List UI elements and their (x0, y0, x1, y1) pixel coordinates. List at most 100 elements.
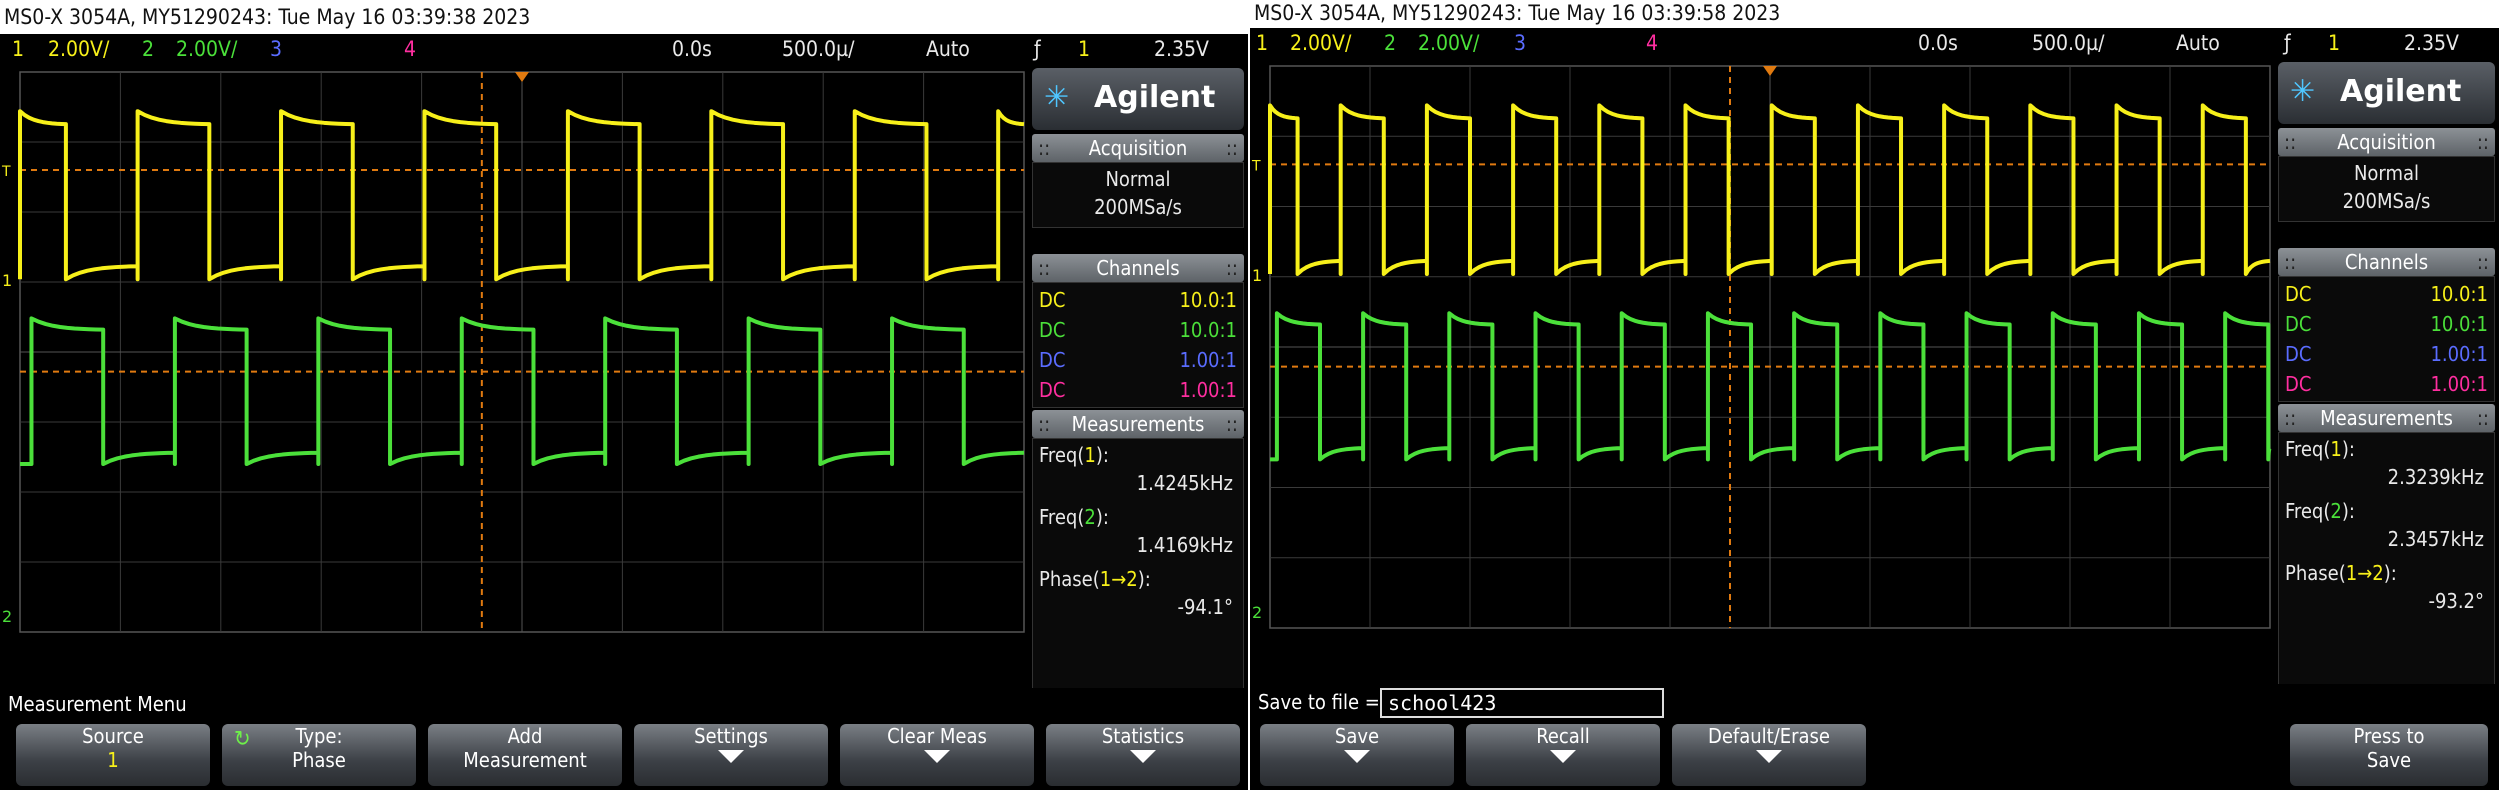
side-panel: ✳ Agilent Acquisition Normal 200MSa/s Ch… (2274, 58, 2499, 686)
acquisition-header: Acquisition (2278, 128, 2495, 156)
meas-value-2: 2.3457kHz (2387, 527, 2484, 551)
default-erase-softkey[interactable]: Default/Erase (1672, 724, 1866, 786)
rotate-knob-icon: ↻ (234, 727, 251, 752)
source-softkey[interactable]: Source 1 (16, 724, 210, 786)
trigger-position-marker (515, 72, 529, 82)
save-to-file-label: Save to file = (1258, 690, 1380, 714)
ch1-number[interactable]: 1 (12, 34, 24, 64)
ch2-ground-marker: 2 (2, 607, 12, 626)
trigger-level[interactable]: 2.35V (2404, 28, 2459, 58)
save-softkey[interactable]: Save (1260, 724, 1454, 786)
recall-softkey[interactable]: Recall (1466, 724, 1660, 786)
ch1-scale[interactable]: 2.00V/ (48, 34, 109, 64)
trigger-level[interactable]: 2.35V (1154, 34, 1209, 64)
trigger-marker: T (1, 164, 11, 180)
ch4-number[interactable]: 4 (404, 34, 416, 64)
channel-row-4: DC 1.00:1 (2285, 372, 2488, 396)
time-delay[interactable]: 0.0s (1918, 28, 1958, 58)
acquisition-box: Normal 200MSa/s (1032, 162, 1244, 228)
trigger-source[interactable]: 1 (2328, 28, 2340, 58)
trigger-mode[interactable]: Auto (2176, 28, 2220, 58)
acquisition-mode: Normal (2353, 161, 2420, 185)
acquisition-box: Normal 200MSa/s (2278, 156, 2495, 222)
channel-row-2: DC 10.0:1 (1039, 318, 1237, 342)
submenu-arrow-icon (1130, 750, 1156, 763)
ch2-scale[interactable]: 2.00V/ (1418, 28, 1479, 58)
channel-row-1: DC 10.0:1 (2285, 282, 2488, 306)
trigger-slope-icon: ƒ (2284, 31, 2291, 55)
meas-label-2: Freq(2): (2285, 499, 2355, 523)
acquisition-mode: Normal (1105, 167, 1171, 191)
acquisition-header: Acquisition (1032, 134, 1244, 162)
trigger-slope-icon: ƒ (1034, 37, 1041, 61)
clear-meas-softkey[interactable]: Clear Meas (840, 724, 1034, 786)
scope-screen-1: MS0-X 3054A, MY51290243: Tue May 16 03:3… (0, 0, 1248, 790)
channels-box: DC 10.0:1 DC 10.0:1 DC 1.00:1 DC 1.00:1 (2278, 276, 2495, 402)
waveform-display[interactable]: T 1 2 (0, 64, 1028, 688)
channel-row-2: DC 10.0:1 (2285, 312, 2488, 336)
meas-label-1: Freq(1): (2285, 437, 2355, 461)
measurements-box: Freq(1): 1.4245kHz Freq(2): 1.4169kHz Ph… (1032, 438, 1244, 690)
type-softkey[interactable]: ↻ Type: Phase (222, 724, 416, 786)
ch3-number[interactable]: 3 (270, 34, 282, 64)
agilent-spark-icon: ✳ (1044, 80, 1070, 115)
meas-value-3: -94.1° (1177, 595, 1233, 619)
sample-rate: 200MSa/s (1094, 195, 1182, 219)
press-to-save-softkey[interactable]: Press to Save (2290, 724, 2488, 786)
agilent-logo: ✳ Agilent (2278, 62, 2495, 124)
measurements-header: Measurements (1032, 410, 1244, 438)
softkey-bar: Measurement Menu Source 1 ↻ Type: Phase Ad… (0, 688, 1248, 790)
channel-row-3: DC 1.00:1 (2285, 342, 2488, 366)
time-scale[interactable]: 500.0µ/ (2032, 28, 2104, 58)
ch2-number[interactable]: 2 (1384, 28, 1396, 58)
top-status-bar: 1 2.00V/ 2 2.00V/ 3 4 0.0s 500.0µ/ Auto … (1250, 28, 2499, 58)
time-scale[interactable]: 500.0µ/ (782, 34, 854, 64)
channel-row-4: DC 1.00:1 (1039, 378, 1237, 402)
ch2-scale[interactable]: 2.00V/ (176, 34, 237, 64)
menu-title: Measurement Menu (8, 692, 187, 716)
screen-title: MS0-X 3054A, MY51290243: Tue May 16 03:3… (4, 5, 531, 29)
trigger-marker: T (1251, 158, 1261, 174)
ch1-waveform (1268, 103, 2271, 276)
measurements-header: Measurements (2278, 404, 2495, 432)
channel-row-3: DC 1.00:1 (1039, 348, 1237, 372)
waveform-svg: T 1 2 (1251, 65, 2272, 629)
ch1-scale[interactable]: 2.00V/ (1290, 28, 1351, 58)
scope-screen-2: MS0-X 3054A, MY51290243: Tue May 16 03:3… (1250, 0, 2499, 790)
meas-label-2: Freq(2): (1039, 505, 1109, 529)
ch3-number[interactable]: 3 (1514, 28, 1526, 58)
file-name-field[interactable]: school423 (1380, 688, 1664, 718)
waveform-display[interactable]: T 1 2 (1250, 58, 2274, 684)
time-delay[interactable]: 0.0s (672, 34, 712, 64)
ch2-ground-marker: 2 (1252, 603, 1262, 622)
channels-header: Channels (2278, 248, 2495, 276)
meas-value-3: -93.2° (2428, 589, 2484, 613)
submenu-arrow-icon (1344, 750, 1370, 763)
meas-value-2: 1.4169kHz (1136, 533, 1233, 557)
sample-rate: 200MSa/s (2342, 189, 2431, 213)
submenu-arrow-icon (1550, 750, 1576, 763)
trigger-mode[interactable]: Auto (926, 34, 970, 64)
settings-softkey[interactable]: Settings (634, 724, 828, 786)
ch2-number[interactable]: 2 (142, 34, 154, 64)
meas-value-1: 1.4245kHz (1136, 471, 1233, 495)
meas-value-1: 2.3239kHz (2387, 465, 2484, 489)
ch4-number[interactable]: 4 (1646, 28, 1658, 58)
meas-label-3: Phase(1→2): (2285, 561, 2397, 585)
agilent-spark-icon: ✳ (2290, 74, 2316, 109)
ch1-ground-marker: 1 (1252, 266, 1262, 285)
ch1-ground-marker: 1 (2, 271, 12, 290)
submenu-arrow-icon (924, 750, 950, 763)
trigger-position-marker (1763, 66, 1777, 76)
channel-row-1: DC 10.0:1 (1039, 288, 1237, 312)
meas-label-3: Phase(1→2): (1039, 567, 1151, 591)
submenu-arrow-icon (1756, 750, 1782, 763)
trigger-source[interactable]: 1 (1078, 34, 1090, 64)
waveform-svg: T 1 2 (1, 71, 1025, 633)
add-measurement-softkey[interactable]: Add Measurement (428, 724, 622, 786)
meas-label-1: Freq(1): (1039, 443, 1109, 467)
channels-box: DC 10.0:1 DC 10.0:1 DC 1.00:1 DC 1.00:1 (1032, 282, 1244, 408)
ch1-number[interactable]: 1 (1256, 28, 1268, 58)
measurements-box: Freq(1): 2.3239kHz Freq(2): 2.3457kHz Ph… (2278, 432, 2495, 686)
statistics-softkey[interactable]: Statistics (1046, 724, 1240, 786)
